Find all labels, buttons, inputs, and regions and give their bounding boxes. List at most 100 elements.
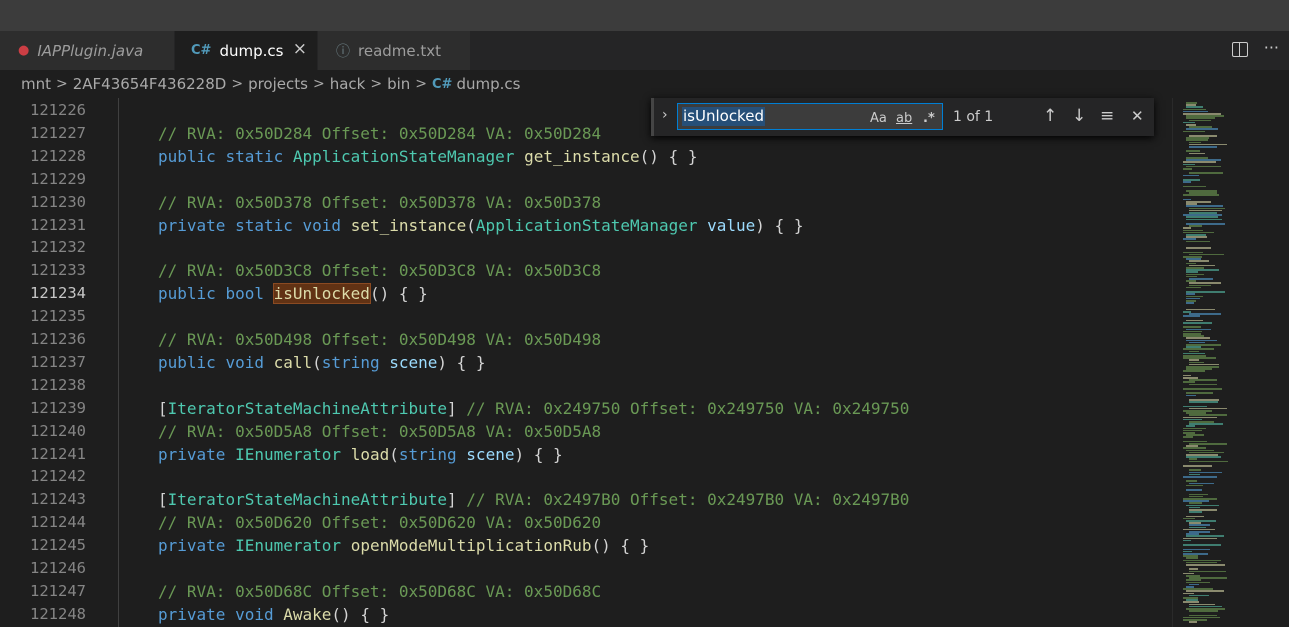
minimap-line — [1183, 185, 1206, 188]
minimap-line — [1186, 394, 1196, 397]
breadcrumb-item[interactable]: bin — [387, 75, 410, 93]
minimap-line — [1183, 322, 1212, 324]
line-number: 121242 — [30, 467, 86, 486]
chevron-right-icon: > — [312, 76, 325, 92]
line-number: 121246 — [30, 559, 86, 577]
minimap[interactable] — [1172, 98, 1289, 627]
minimap-line — [1183, 315, 1200, 317]
previous-match-icon[interactable]: ↑ — [1043, 106, 1057, 126]
line-number: 121244 — [30, 513, 86, 532]
minimap-line — [1189, 570, 1226, 573]
line-number: 121243 — [30, 490, 86, 509]
line-number: 121233 — [30, 261, 86, 280]
code-line: // RVA: 0x50D3C8 Offset: 0x50D3C8 VA: 0x… — [158, 261, 602, 281]
minimap-line — [1189, 146, 1217, 148]
code-editor[interactable]: // RVA: 0x50D284 Offset: 0x50D284 VA: 0x… — [118, 98, 1168, 627]
tab-actions: ··· — [1231, 38, 1279, 57]
minimap-line — [1183, 388, 1222, 390]
minimap-line — [1183, 544, 1221, 546]
line-number: 121236 — [30, 330, 86, 348]
code-line: // RVA: 0x50D5A8 Offset: 0x50D5A8 VA: 0x… — [158, 421, 602, 441]
line-number: 121231 — [30, 215, 86, 234]
code-line: // RVA: 0x50D620 Offset: 0x50D620 VA: 0x… — [158, 513, 602, 533]
breadcrumb: mnt > 2AF43654F436228D > projects > hack > b… — [0, 70, 1289, 98]
minimap-line — [1186, 286, 1201, 289]
minimap-line — [1183, 539, 1191, 542]
code-line: private IEnumerator load(string scene) {… — [158, 444, 563, 464]
match-count: 1 of 1 — [953, 109, 994, 125]
tab-label: dump.cs — [219, 41, 284, 60]
line-number: 121245 — [30, 536, 86, 555]
breadcrumb-item[interactable]: mnt — [21, 75, 51, 93]
minimap-line — [1189, 152, 1205, 155]
match-case-icon[interactable]: Aa — [870, 111, 887, 126]
minimap-line — [1189, 401, 1218, 403]
split-editor-icon[interactable] — [1231, 42, 1248, 57]
close-tab-button[interactable]: × — [293, 39, 307, 59]
minimap-line — [1183, 130, 1205, 133]
line-number: 121235 — [30, 307, 86, 326]
code-line: // RVA: 0x50D378 Offset: 0x50D378 VA: 0x… — [158, 192, 602, 212]
csharp-icon: C# — [432, 76, 453, 92]
code-line: [IteratorStateMachineAttribute] // RVA: … — [158, 398, 910, 418]
minimap-line — [1186, 484, 1203, 487]
line-number: 121240 — [30, 421, 86, 440]
tab-label: readme.txt — [358, 41, 442, 60]
minimap-line — [1183, 476, 1217, 478]
minimap-line — [1186, 247, 1211, 249]
line-number: 121241 — [30, 444, 86, 463]
find-input[interactable]: isUnlocked Aa ab .* — [677, 103, 943, 130]
minimap-line — [1183, 194, 1219, 196]
info-icon: ⓘ — [336, 43, 350, 60]
line-number: 121226 — [30, 101, 86, 119]
java-icon: ● — [18, 43, 30, 58]
find-input-value: isUnlocked — [682, 107, 765, 126]
tab-iapplugin-java[interactable]: ● IAPPlugin.java — [0, 31, 175, 70]
line-number: 121239 — [30, 398, 86, 417]
tab-bar: ● IAPPlugin.java C# dump.cs × ⓘ readme.t… — [0, 31, 1289, 70]
line-number: 121238 — [30, 375, 86, 394]
code-line: // RVA: 0x50D68C Offset: 0x50D68C VA: 0x… — [158, 581, 602, 601]
minimap-line — [1183, 465, 1212, 467]
code-line: // RVA: 0x50D498 Offset: 0x50D498 VA: 0x… — [158, 330, 602, 349]
minimap-line — [1186, 489, 1202, 491]
tab-dump-cs[interactable]: C# dump.cs × — [175, 31, 317, 70]
code-line: public void call(string scene) { } — [158, 352, 486, 372]
code-line: public static ApplicationStateManager ge… — [158, 146, 698, 166]
chevron-right-icon: > — [370, 76, 383, 92]
line-number: 121247 — [30, 581, 86, 600]
regex-icon[interactable]: .* — [923, 111, 935, 126]
code-line: private void Awake() { } — [158, 604, 390, 624]
minimap-line — [1186, 564, 1225, 566]
breadcrumb-item[interactable]: hack — [330, 75, 366, 93]
breadcrumb-item[interactable]: dump.cs — [456, 75, 520, 93]
minimap-line — [1186, 302, 1194, 304]
next-match-icon[interactable]: ↓ — [1072, 106, 1086, 126]
line-number: 121237 — [30, 352, 86, 371]
code-line: // RVA: 0x50D284 Offset: 0x50D284 VA: 0x… — [158, 123, 602, 143]
minimap-line — [1183, 436, 1193, 438]
tab-label: IAPPlugin.java — [37, 41, 144, 60]
minimap-line — [1186, 218, 1222, 221]
title-bar — [0, 0, 1289, 31]
minimap-line — [1189, 511, 1202, 513]
minimap-line — [1183, 181, 1191, 183]
tab-readme-txt[interactable]: ⓘ readme.txt — [317, 31, 470, 70]
minimap-line — [1183, 370, 1205, 372]
chevron-right-icon: > — [231, 76, 244, 92]
breadcrumb-item[interactable]: 2AF43654F436228D — [73, 75, 227, 93]
more-actions-icon[interactable]: ··· — [1264, 38, 1279, 57]
minimap-line — [1183, 168, 1192, 170]
minimap-line — [1189, 383, 1217, 386]
close-find-icon[interactable]: ✕ — [1131, 107, 1144, 125]
whole-word-icon[interactable]: ab — [896, 111, 912, 126]
code-line: private IEnumerator openModeMultiplicati… — [158, 536, 650, 556]
line-number: 121229 — [30, 169, 86, 188]
minimap-line — [1189, 460, 1228, 463]
minimap-line — [1189, 610, 1218, 612]
find-widget: › isUnlocked Aa ab .* 1 of 1 ↑ ↓ ≡ ✕ — [651, 98, 1154, 136]
toggle-replace-icon[interactable]: › — [662, 107, 668, 123]
find-in-selection-icon[interactable]: ≡ — [1100, 106, 1114, 126]
line-number: 121248 — [30, 604, 86, 623]
breadcrumb-item[interactable]: projects — [248, 75, 308, 93]
